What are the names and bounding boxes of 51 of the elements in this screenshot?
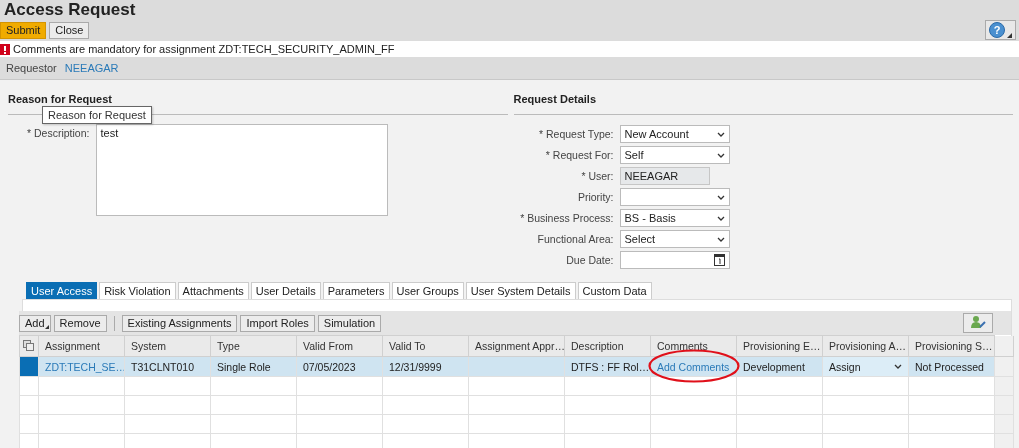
column-header[interactable]: System (124, 335, 211, 357)
column-header[interactable]: Provisioning E… (736, 335, 823, 357)
column-header[interactable]: Description (564, 335, 651, 357)
field-label: * User: (580, 169, 614, 184)
tab[interactable]: Risk Violation (99, 282, 176, 299)
toolbar-button[interactable]: Existing Assignments (121, 314, 238, 332)
tab[interactable]: User Access (26, 282, 98, 299)
field-label: * Request For: (544, 148, 614, 163)
table-cell: 12/31/9999 (389, 360, 442, 373)
table-cell: Development (743, 360, 805, 373)
column-header[interactable]: Valid To (382, 335, 469, 357)
column-header[interactable]: Provisioning A… (822, 335, 909, 357)
dropdown-field[interactable]: New Account (619, 125, 730, 143)
menu-button[interactable]: Add (19, 314, 51, 332)
table-cell: T31CLNT010 (131, 360, 195, 373)
error-message: Comments are mandatory for assignment ZDT:TECH_SECURITY_ADMIN_FF (13, 43, 395, 55)
field-label: Due Date: (565, 253, 614, 268)
section-heading: Request Details (513, 80, 1013, 115)
table-cell: Not Processed (915, 360, 984, 373)
tab[interactable]: Attachments (177, 282, 249, 299)
dropdown-field[interactable]: BS - Basis (619, 209, 730, 227)
description-field[interactable]: test (96, 124, 389, 216)
dropdown-field[interactable]: Self (619, 146, 730, 164)
column-header[interactable]: Valid From (296, 335, 383, 357)
column-header[interactable]: Assignment (38, 335, 125, 357)
column-header[interactable]: Provisioning S… (908, 335, 995, 357)
field-label: Priority: (576, 190, 614, 205)
field-label: * Request Type: (537, 127, 614, 142)
user-field[interactable]: NEEAGAR (619, 167, 710, 185)
tooltip: Reason for Request (42, 106, 152, 124)
tab[interactable]: Custom Data (577, 282, 652, 299)
page-title: Access Request (4, 0, 136, 20)
field-label: * Business Process: (519, 211, 614, 226)
toolbar-button[interactable]: Remove (53, 314, 107, 332)
action-button[interactable]: Submit (0, 21, 47, 39)
requestor-label: Requestor (6, 62, 57, 74)
table-cell: Single Role (217, 360, 271, 373)
table-cell: DTFS : FF Rol… (571, 360, 650, 373)
toolbar-button[interactable]: Import Roles (240, 314, 315, 332)
column-header[interactable]: Type (210, 335, 297, 357)
tab[interactable]: User System Details (465, 282, 576, 299)
action-button[interactable]: Close (49, 21, 90, 39)
field-label: * Description: (27, 126, 90, 141)
table-cell: 07/05/2023 (303, 360, 356, 373)
tab[interactable]: User Details (250, 282, 321, 299)
dropdown-field[interactable]: Select (619, 230, 730, 248)
tab[interactable]: Parameters (322, 282, 390, 299)
column-header[interactable]: Assignment Appr… (468, 335, 565, 357)
toolbar-button[interactable]: Simulation (317, 314, 382, 332)
tab[interactable]: User Groups (391, 282, 464, 299)
field-label: Functional Area: (536, 232, 614, 247)
